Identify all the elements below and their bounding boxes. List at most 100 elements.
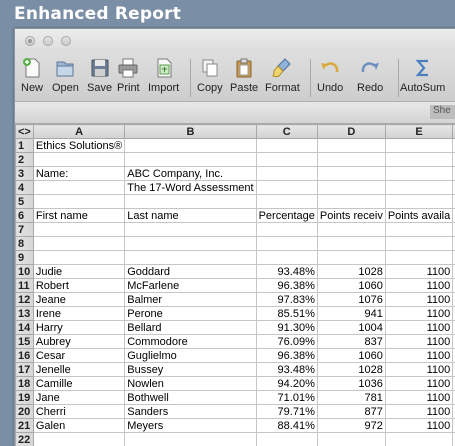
- cell[interactable]: [33, 153, 124, 167]
- cell[interactable]: [256, 181, 317, 195]
- cell[interactable]: 88.41%: [256, 419, 317, 433]
- cell[interactable]: [317, 153, 385, 167]
- cell[interactable]: Nowlen: [125, 377, 256, 391]
- cell[interactable]: [125, 153, 256, 167]
- cell[interactable]: Bellard: [125, 321, 256, 335]
- row-header[interactable]: 1: [16, 139, 34, 153]
- cell[interactable]: 781: [317, 391, 385, 405]
- zoom-window-button[interactable]: [61, 36, 71, 46]
- cell[interactable]: Jane: [33, 391, 124, 405]
- cell[interactable]: 1100: [385, 279, 452, 293]
- cell[interactable]: [33, 237, 124, 251]
- cell[interactable]: Name:: [33, 167, 124, 181]
- select-all-corner[interactable]: <>: [16, 125, 34, 139]
- row-header[interactable]: 12: [16, 293, 34, 307]
- cell[interactable]: [317, 223, 385, 237]
- undo-button[interactable]: Undo: [317, 57, 343, 94]
- cell[interactable]: [385, 433, 452, 446]
- cell[interactable]: [125, 195, 256, 209]
- cell[interactable]: Harry: [33, 321, 124, 335]
- cell[interactable]: [317, 139, 385, 153]
- cell[interactable]: [317, 195, 385, 209]
- redo-button[interactable]: Redo: [357, 57, 383, 94]
- column-header[interactable]: D: [317, 125, 385, 139]
- cell[interactable]: 1004: [317, 321, 385, 335]
- cell[interactable]: Sanders: [125, 405, 256, 419]
- cell[interactable]: [317, 181, 385, 195]
- cell[interactable]: Bussey: [125, 363, 256, 377]
- cell[interactable]: [385, 139, 452, 153]
- cell[interactable]: ABC Company, Inc.: [125, 167, 256, 181]
- row-header[interactable]: 4: [16, 181, 34, 195]
- import-button[interactable]: Import: [148, 57, 179, 94]
- close-window-button[interactable]: [25, 36, 35, 46]
- cell[interactable]: Points receiv: [317, 209, 385, 223]
- cell[interactable]: 1100: [385, 307, 452, 321]
- cell[interactable]: 1028: [317, 265, 385, 279]
- cell[interactable]: 1028: [317, 363, 385, 377]
- cell[interactable]: 1100: [385, 419, 452, 433]
- cell[interactable]: 96.38%: [256, 279, 317, 293]
- sheets-tab[interactable]: She: [430, 105, 455, 119]
- cell[interactable]: 93.48%: [256, 363, 317, 377]
- cell[interactable]: Balmer: [125, 293, 256, 307]
- cell[interactable]: Cesar: [33, 349, 124, 363]
- cell[interactable]: [256, 195, 317, 209]
- cell[interactable]: 85.51%: [256, 307, 317, 321]
- cell[interactable]: 1100: [385, 321, 452, 335]
- row-header[interactable]: 5: [16, 195, 34, 209]
- print-button[interactable]: Print: [117, 57, 140, 94]
- cell[interactable]: 1100: [385, 349, 452, 363]
- cell[interactable]: [385, 181, 452, 195]
- new-button[interactable]: New: [21, 57, 43, 94]
- cell[interactable]: 877: [317, 405, 385, 419]
- cell[interactable]: Goddard: [125, 265, 256, 279]
- cell[interactable]: 1100: [385, 377, 452, 391]
- cell[interactable]: The 17-Word Assessment: [125, 181, 256, 195]
- cell[interactable]: Robert: [33, 279, 124, 293]
- cell[interactable]: Bothwell: [125, 391, 256, 405]
- cell[interactable]: 79.71%: [256, 405, 317, 419]
- cell[interactable]: Points availa: [385, 209, 452, 223]
- cell[interactable]: Guglielmo: [125, 349, 256, 363]
- row-header[interactable]: 11: [16, 279, 34, 293]
- cell[interactable]: [256, 237, 317, 251]
- row-header[interactable]: 8: [16, 237, 34, 251]
- row-header[interactable]: 22: [16, 433, 34, 446]
- cell[interactable]: 1036: [317, 377, 385, 391]
- cell[interactable]: [317, 251, 385, 265]
- cell[interactable]: [385, 251, 452, 265]
- cell[interactable]: 91.30%: [256, 321, 317, 335]
- format-button[interactable]: Format: [265, 57, 300, 94]
- cell[interactable]: McFarlene: [125, 279, 256, 293]
- copy-button[interactable]: Copy: [197, 57, 223, 94]
- cell[interactable]: 1060: [317, 349, 385, 363]
- cell[interactable]: 1100: [385, 363, 452, 377]
- cell[interactable]: 71.01%: [256, 391, 317, 405]
- column-header[interactable]: A: [33, 125, 124, 139]
- cell[interactable]: [385, 195, 452, 209]
- cell[interactable]: 76.09%: [256, 335, 317, 349]
- cell[interactable]: 93.48%: [256, 265, 317, 279]
- cell[interactable]: [256, 153, 317, 167]
- row-header[interactable]: 7: [16, 223, 34, 237]
- cell[interactable]: 837: [317, 335, 385, 349]
- minimize-window-button[interactable]: [43, 36, 53, 46]
- cell[interactable]: 1060: [317, 279, 385, 293]
- cell[interactable]: Galen: [33, 419, 124, 433]
- cell[interactable]: 972: [317, 419, 385, 433]
- row-header[interactable]: 13: [16, 307, 34, 321]
- row-header[interactable]: 3: [16, 167, 34, 181]
- cell[interactable]: Aubrey: [33, 335, 124, 349]
- cell[interactable]: [125, 251, 256, 265]
- save-button[interactable]: Save: [87, 57, 112, 94]
- cell[interactable]: [256, 167, 317, 181]
- cell[interactable]: [33, 181, 124, 195]
- cell[interactable]: [317, 237, 385, 251]
- cell[interactable]: 96.38%: [256, 349, 317, 363]
- cell[interactable]: Percentage: [256, 209, 317, 223]
- cell[interactable]: [317, 167, 385, 181]
- paste-button[interactable]: Paste: [230, 57, 258, 94]
- cell[interactable]: First name: [33, 209, 124, 223]
- cell[interactable]: [385, 153, 452, 167]
